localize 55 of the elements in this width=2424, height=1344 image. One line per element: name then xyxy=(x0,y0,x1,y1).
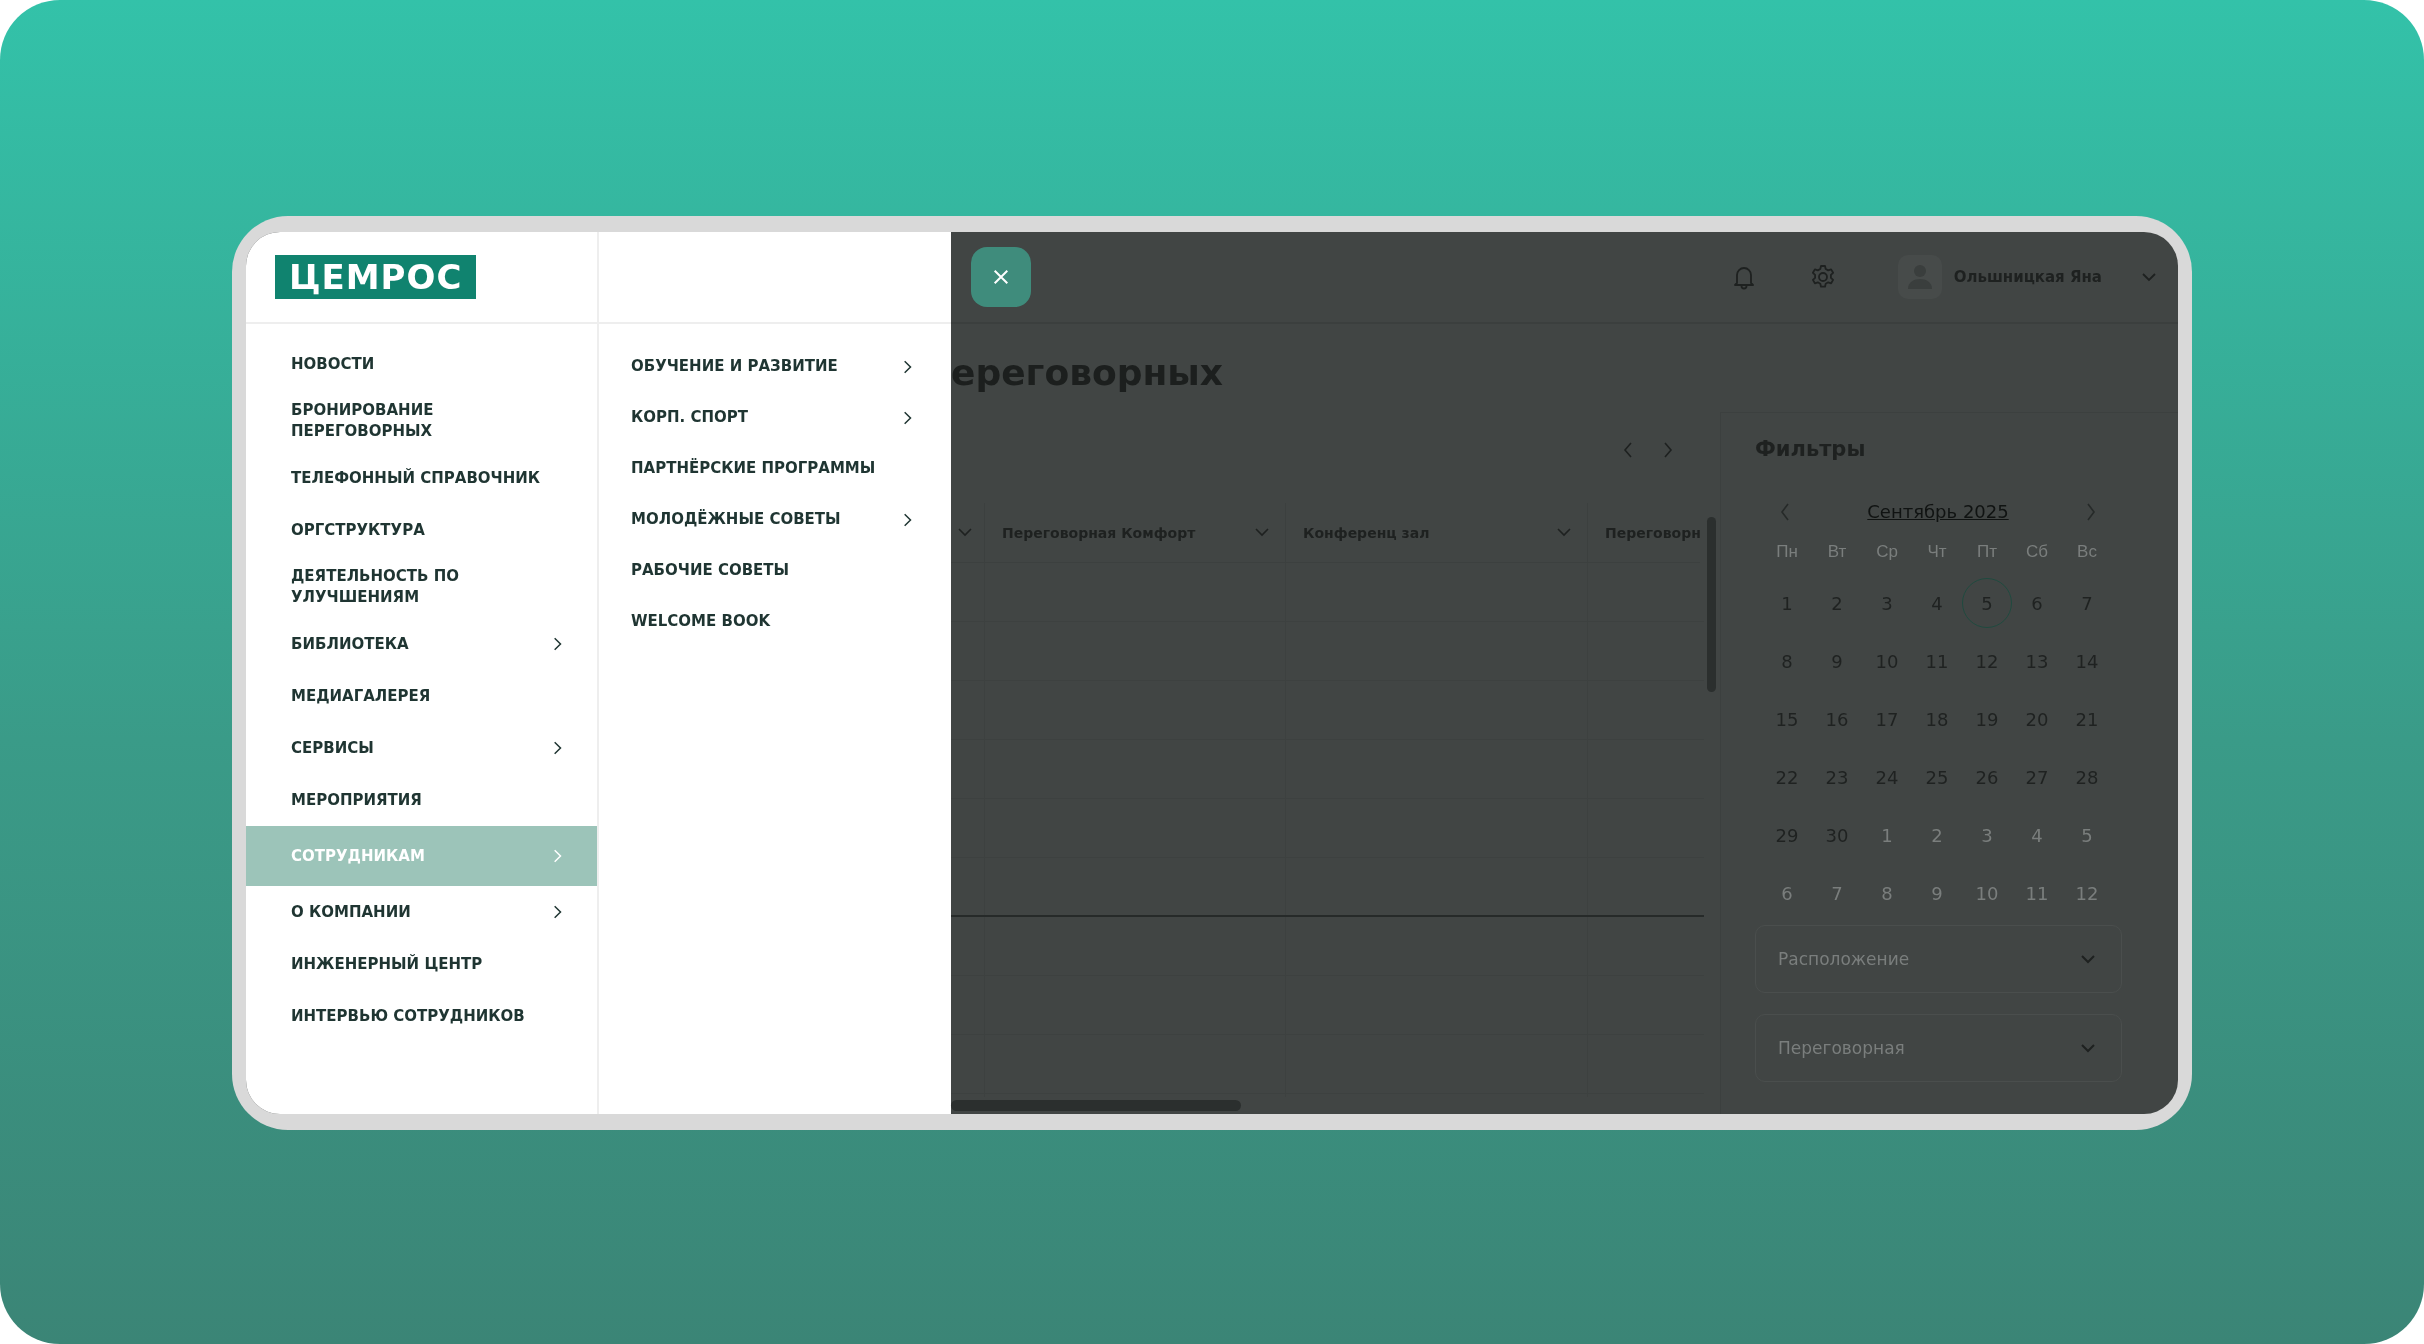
chevron-right-icon[interactable] xyxy=(2086,502,2096,521)
submenu-item[interactable]: WELCOME BOOK xyxy=(599,601,951,643)
menu-item[interactable]: ИНЖЕНЕРНЫЙ ЦЕНТР xyxy=(246,938,597,990)
weekday-label: Вт xyxy=(1827,542,1847,562)
weekday-label: Пн xyxy=(1776,542,1798,562)
chevron-left-icon[interactable] xyxy=(1780,502,1790,521)
calendar-day[interactable]: 5 xyxy=(2062,810,2112,860)
menu-item[interactable]: ОРГСТРУКТУРА xyxy=(246,504,597,556)
chevron-down-icon[interactable] xyxy=(2142,272,2156,282)
menu-item[interactable]: СЕРВИСЫ xyxy=(246,722,597,774)
dropdown-field[interactable]: Переговорная xyxy=(1755,1014,2122,1082)
close-icon xyxy=(992,268,1010,286)
chevron-down-icon xyxy=(2081,1043,2095,1053)
calendar-day[interactable]: 10 xyxy=(1962,868,2012,918)
menu-item[interactable]: СОТРУДНИКАМ xyxy=(246,826,597,886)
settings-icon[interactable] xyxy=(1809,264,1836,290)
calendar-day[interactable]: 4 xyxy=(2012,810,2062,860)
submenu-item[interactable]: КОРП. СПОРТ xyxy=(599,397,951,439)
calendar-day[interactable]: 3 xyxy=(1962,810,2012,860)
weekday-label: Вс xyxy=(2077,542,2097,562)
menu-item[interactable]: ТЕЛЕФОННЫЙ СПРАВОЧНИК xyxy=(246,452,597,504)
chevron-down-icon xyxy=(2081,954,2095,964)
calendar-day[interactable]: 12 xyxy=(2062,868,2112,918)
calendar-day[interactable]: 7 xyxy=(1812,868,1862,918)
chevron-down-icon[interactable] xyxy=(1557,528,1571,537)
menu-item[interactable]: МЕДИАГАЛЕРЕЯ xyxy=(246,670,597,722)
weekday-label: Пт xyxy=(1977,542,1997,562)
submenu-item[interactable]: ОБУЧЕНИЕ И РАЗВИТИЕ xyxy=(599,346,951,388)
logo[interactable]: ЦЕМРОС xyxy=(275,255,477,299)
bell-icon[interactable] xyxy=(1731,264,1756,290)
menu-item[interactable]: О КОМПАНИИ xyxy=(246,886,597,938)
submenu-item[interactable]: РАБОЧИЕ СОВЕТЫ xyxy=(599,550,951,592)
chevron-right-icon[interactable] xyxy=(1663,442,1673,458)
menu-item[interactable]: БРОНИРОВАНИЕ ПЕРЕГОВОРНЫХ xyxy=(246,390,597,452)
chevron-down-icon[interactable] xyxy=(1255,528,1269,537)
calendar-day[interactable]: 6 xyxy=(1762,868,1812,918)
menu-item[interactable]: ДЕЯТЕЛЬНОСТЬ ПО УЛУЧШЕНИЯМ xyxy=(246,556,597,618)
calendar-day[interactable]: 8 xyxy=(1862,868,1912,918)
dropdown-field[interactable]: Расположение xyxy=(1755,925,2122,993)
menu-item[interactable]: НОВОСТИ xyxy=(246,338,597,390)
weekday-label: Сб xyxy=(2026,542,2048,562)
menu-item[interactable]: ИНТЕРВЬЮ СОТРУДНИКОВ xyxy=(246,990,597,1042)
menu-item[interactable]: БИБЛИОТЕКА xyxy=(246,618,597,670)
weekday-label: Ср xyxy=(1876,542,1898,562)
calendar-day[interactable]: 9 xyxy=(1912,868,1962,918)
calendar-day[interactable]: 1 xyxy=(1862,810,1912,860)
menu-item[interactable]: МЕРОПРИЯТИЯ xyxy=(246,774,597,826)
chevron-down-icon[interactable] xyxy=(958,528,972,537)
submenu-item[interactable]: МОЛОДЁЖНЫЕ СОВЕТЫ xyxy=(599,499,951,541)
calendar-day[interactable]: 11 xyxy=(2012,868,2062,918)
close-button[interactable] xyxy=(971,247,1031,307)
chevron-left-icon[interactable] xyxy=(1623,442,1633,458)
submenu-item[interactable]: ПАРТНЁРСКИЕ ПРОГРАММЫ xyxy=(599,448,951,490)
calendar-day[interactable]: 2 xyxy=(1912,810,1962,860)
weekday-label: Чт xyxy=(1927,542,1947,562)
